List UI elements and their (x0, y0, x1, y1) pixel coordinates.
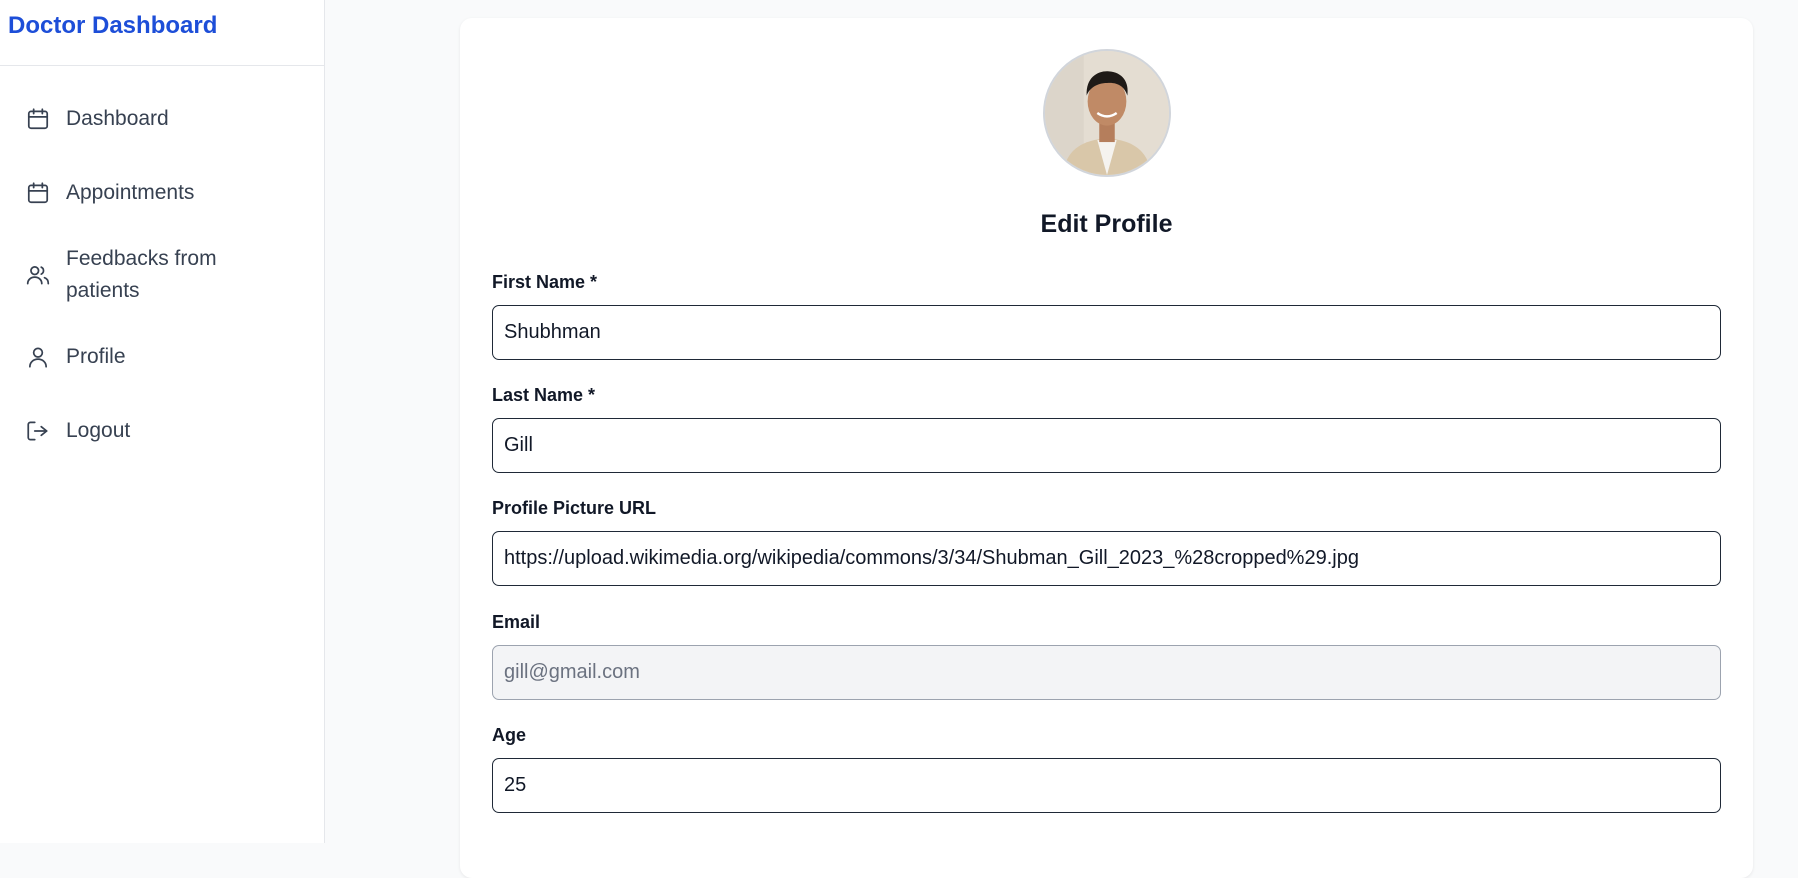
age-group: Age (492, 724, 1721, 813)
sidebar-item-label: Appointments (66, 181, 195, 204)
last-name-group: Last Name * (492, 384, 1721, 473)
sidebar-item-logout[interactable]: Logout (0, 394, 324, 468)
avatar (1043, 49, 1171, 177)
age-input[interactable] (492, 758, 1721, 813)
picture-url-label: Profile Picture URL (492, 498, 657, 518)
sidebar-nav: Dashboard Appointments Feedbacks from pa… (0, 66, 324, 468)
age-label: Age (492, 725, 527, 745)
brand-title[interactable]: Doctor Dashboard (0, 0, 324, 66)
users-icon (24, 261, 52, 289)
edit-profile-card: Edit Profile First Name * Last Name * Pr… (460, 18, 1753, 878)
sidebar-item-dashboard[interactable]: Dashboard (0, 82, 324, 156)
sidebar-item-label: Profile (66, 345, 126, 368)
last-name-input[interactable] (492, 418, 1721, 473)
last-name-label: Last Name * (492, 385, 596, 405)
profile-photo (1045, 51, 1169, 175)
calendar-icon (24, 179, 52, 207)
logout-icon (24, 417, 52, 445)
sidebar-item-feedbacks[interactable]: Feedbacks from patients (0, 230, 324, 320)
sidebar-item-label: Logout (66, 419, 131, 442)
picture-url-input[interactable] (492, 531, 1721, 586)
first-name-input[interactable] (492, 305, 1721, 360)
sidebar-item-label: Dashboard (66, 107, 169, 130)
email-label: Email (492, 612, 541, 632)
sidebar-item-profile[interactable]: Profile (0, 320, 324, 394)
email-group: Email (492, 611, 1721, 700)
sidebar: Doctor Dashboard Dashboard Appointments … (0, 0, 325, 843)
sidebar-item-label: Feedbacks from patients (66, 247, 217, 302)
picture-url-group: Profile Picture URL (492, 497, 1721, 586)
calendar-icon (24, 105, 52, 133)
email-field (492, 645, 1721, 700)
first-name-group: First Name * (492, 271, 1721, 360)
page-title: Edit Profile (1040, 210, 1173, 238)
user-icon (24, 343, 52, 371)
first-name-label: First Name * (492, 272, 598, 292)
sidebar-item-appointments[interactable]: Appointments (0, 156, 324, 230)
